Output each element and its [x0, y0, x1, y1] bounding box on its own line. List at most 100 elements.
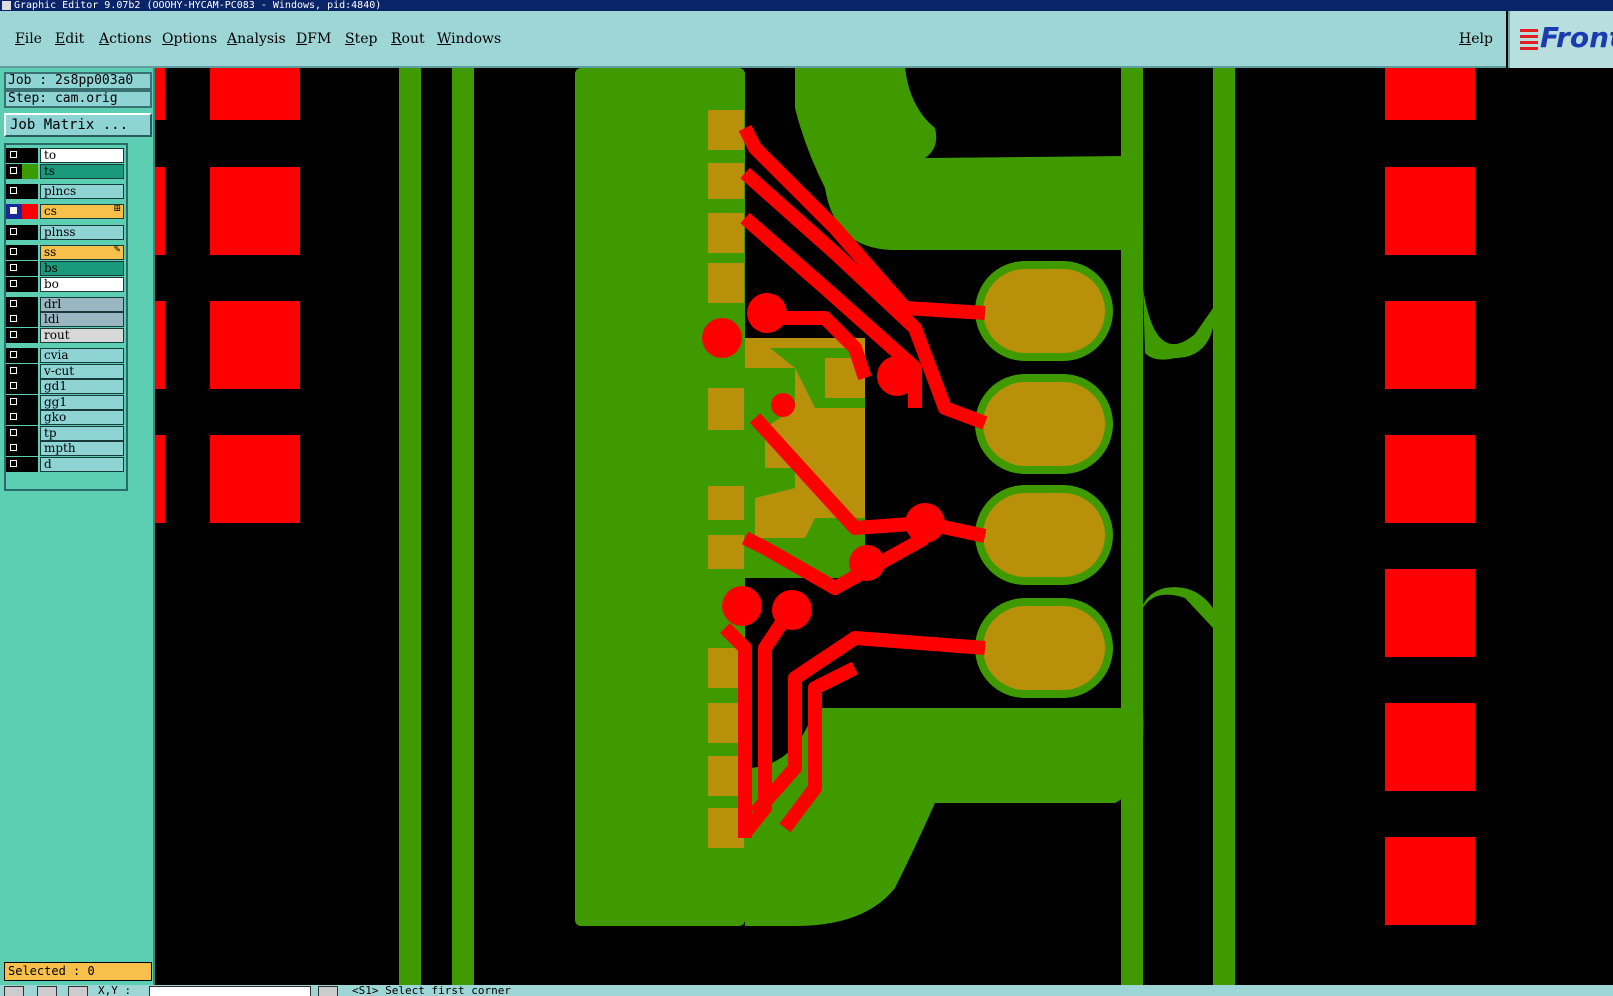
graphic-canvas[interactable]: [155, 68, 1613, 985]
layer-name[interactable]: gko: [40, 410, 124, 425]
layer-color-swatch[interactable]: [22, 184, 38, 199]
layer-name[interactable]: ss: [40, 245, 124, 260]
layer-name[interactable]: to: [40, 148, 124, 163]
layer-name[interactable]: rout: [40, 328, 124, 343]
menu-analysis[interactable]: Analysis: [227, 31, 286, 47]
layer-row-tp[interactable]: tp: [6, 426, 124, 441]
layer-checkbox[interactable]: [6, 277, 22, 292]
layer-row-drl[interactable]: drl: [6, 297, 124, 312]
menu-help[interactable]: Help: [1459, 31, 1493, 47]
layer-color-swatch[interactable]: [22, 410, 38, 425]
layer-checkbox[interactable]: [6, 261, 22, 276]
menu-options[interactable]: Options: [162, 31, 217, 47]
layer-name[interactable]: v-cut: [40, 364, 124, 379]
layer-row-cs[interactable]: cs ⊞: [6, 204, 124, 219]
job-matrix-button[interactable]: Job Matrix ...: [4, 113, 152, 137]
layer-row-ts[interactable]: ts: [6, 164, 124, 179]
layer-color-swatch[interactable]: [22, 297, 38, 312]
layer-name[interactable]: gd1: [40, 379, 124, 394]
menu-actions[interactable]: Actions: [99, 31, 152, 47]
layer-color-swatch[interactable]: [22, 348, 38, 363]
layer-name[interactable]: gg1: [40, 395, 124, 410]
layer-checkbox[interactable]: [6, 148, 22, 163]
layer-name[interactable]: ts: [40, 164, 124, 179]
layer-checkbox[interactable]: [6, 225, 22, 240]
layer-checkbox[interactable]: [6, 204, 22, 219]
tool-icon-2[interactable]: [37, 986, 57, 996]
layer-color-swatch[interactable]: [22, 164, 38, 179]
layer-color-swatch[interactable]: [22, 379, 38, 394]
right-pads: [1385, 68, 1475, 925]
layer-row-d[interactable]: d: [6, 457, 124, 472]
layer-name[interactable]: bo: [40, 277, 124, 292]
layer-color-swatch[interactable]: [22, 395, 38, 410]
layer-row-plnss[interactable]: plnss: [6, 225, 124, 240]
layer-color-swatch[interactable]: [22, 204, 38, 219]
job-label: Job : 2s8pp003a0: [4, 72, 152, 90]
layer-row-gd1[interactable]: gd1: [6, 379, 124, 394]
layer-name[interactable]: ldi: [40, 312, 124, 327]
menu-windows[interactable]: Windows: [437, 31, 501, 47]
layer-checkbox[interactable]: [6, 245, 22, 260]
layer-checkbox[interactable]: [6, 348, 22, 363]
pcb-view[interactable]: [155, 68, 1613, 985]
layer-checkbox[interactable]: [6, 426, 22, 441]
layer-checkbox[interactable]: [6, 164, 22, 179]
layer-name[interactable]: drl: [40, 297, 124, 312]
tool-icon-4[interactable]: [318, 986, 338, 996]
layer-checkbox[interactable]: [6, 328, 22, 343]
layer-row-gko[interactable]: gko: [6, 410, 124, 425]
layer-row-rout[interactable]: rout: [6, 328, 124, 343]
layer-color-swatch[interactable]: [22, 312, 38, 327]
layer-checkbox[interactable]: [6, 457, 22, 472]
layer-color-swatch[interactable]: [22, 148, 38, 163]
layer-row-gg1[interactable]: gg1: [6, 395, 124, 410]
layer-row-mpth[interactable]: mpth: [6, 441, 124, 456]
layer-name[interactable]: plnss: [40, 225, 124, 240]
layer-checkbox[interactable]: [6, 364, 22, 379]
menu-file[interactable]: File: [15, 31, 42, 47]
layer-checkbox[interactable]: [6, 410, 22, 425]
xy-label: X,Y :: [98, 985, 132, 996]
layer-color-swatch[interactable]: [22, 441, 38, 456]
layer-color-swatch[interactable]: [22, 426, 38, 441]
layer-row-plncs[interactable]: plncs: [6, 184, 124, 199]
layer-color-swatch[interactable]: [22, 277, 38, 292]
layer-row-v-cut[interactable]: v-cut: [6, 364, 124, 379]
layer-color-swatch[interactable]: [22, 364, 38, 379]
tool-icon-3[interactable]: [68, 986, 88, 996]
logo-lines-icon: [1520, 29, 1538, 53]
menu-step[interactable]: Step: [345, 31, 377, 47]
menu-edit[interactable]: Edit: [55, 31, 84, 47]
layer-name[interactable]: mpth: [40, 441, 124, 456]
layer-row-bo[interactable]: bo: [6, 277, 124, 292]
layer-checkbox[interactable]: [6, 379, 22, 394]
menu-dfm[interactable]: DFM: [296, 31, 331, 47]
tool-icon-1[interactable]: [4, 986, 24, 996]
layer-name[interactable]: bs: [40, 261, 124, 276]
layer-row-to[interactable]: to: [6, 148, 124, 163]
menu-rout[interactable]: Rout: [391, 31, 425, 47]
layer-checkbox[interactable]: [6, 184, 22, 199]
layer-row-ss[interactable]: ss ✎: [6, 245, 124, 260]
app-icon: [2, 1, 11, 10]
layer-color-swatch[interactable]: [22, 245, 38, 260]
layer-color-swatch[interactable]: [22, 261, 38, 276]
layer-row-cvia[interactable]: cvia: [6, 348, 124, 363]
layer-row-ldi[interactable]: ldi: [6, 312, 124, 327]
layer-color-swatch[interactable]: [22, 328, 38, 343]
layer-name[interactable]: d: [40, 457, 124, 472]
layer-checkbox[interactable]: [6, 395, 22, 410]
title-bar: Graphic Editor 9.07b2 (OOOHY-HYCAM-PC083…: [0, 0, 1613, 11]
layer-name[interactable]: cvia: [40, 348, 124, 363]
layer-name[interactable]: plncs: [40, 184, 124, 199]
layer-checkbox[interactable]: [6, 441, 22, 456]
layer-name[interactable]: cs: [40, 204, 124, 219]
layer-name[interactable]: tp: [40, 426, 124, 441]
layer-color-swatch[interactable]: [22, 225, 38, 240]
layer-color-swatch[interactable]: [22, 457, 38, 472]
layer-checkbox[interactable]: [6, 297, 22, 312]
layer-row-bs[interactable]: bs: [6, 261, 124, 276]
xy-input[interactable]: [149, 986, 311, 996]
layer-checkbox[interactable]: [6, 312, 22, 327]
